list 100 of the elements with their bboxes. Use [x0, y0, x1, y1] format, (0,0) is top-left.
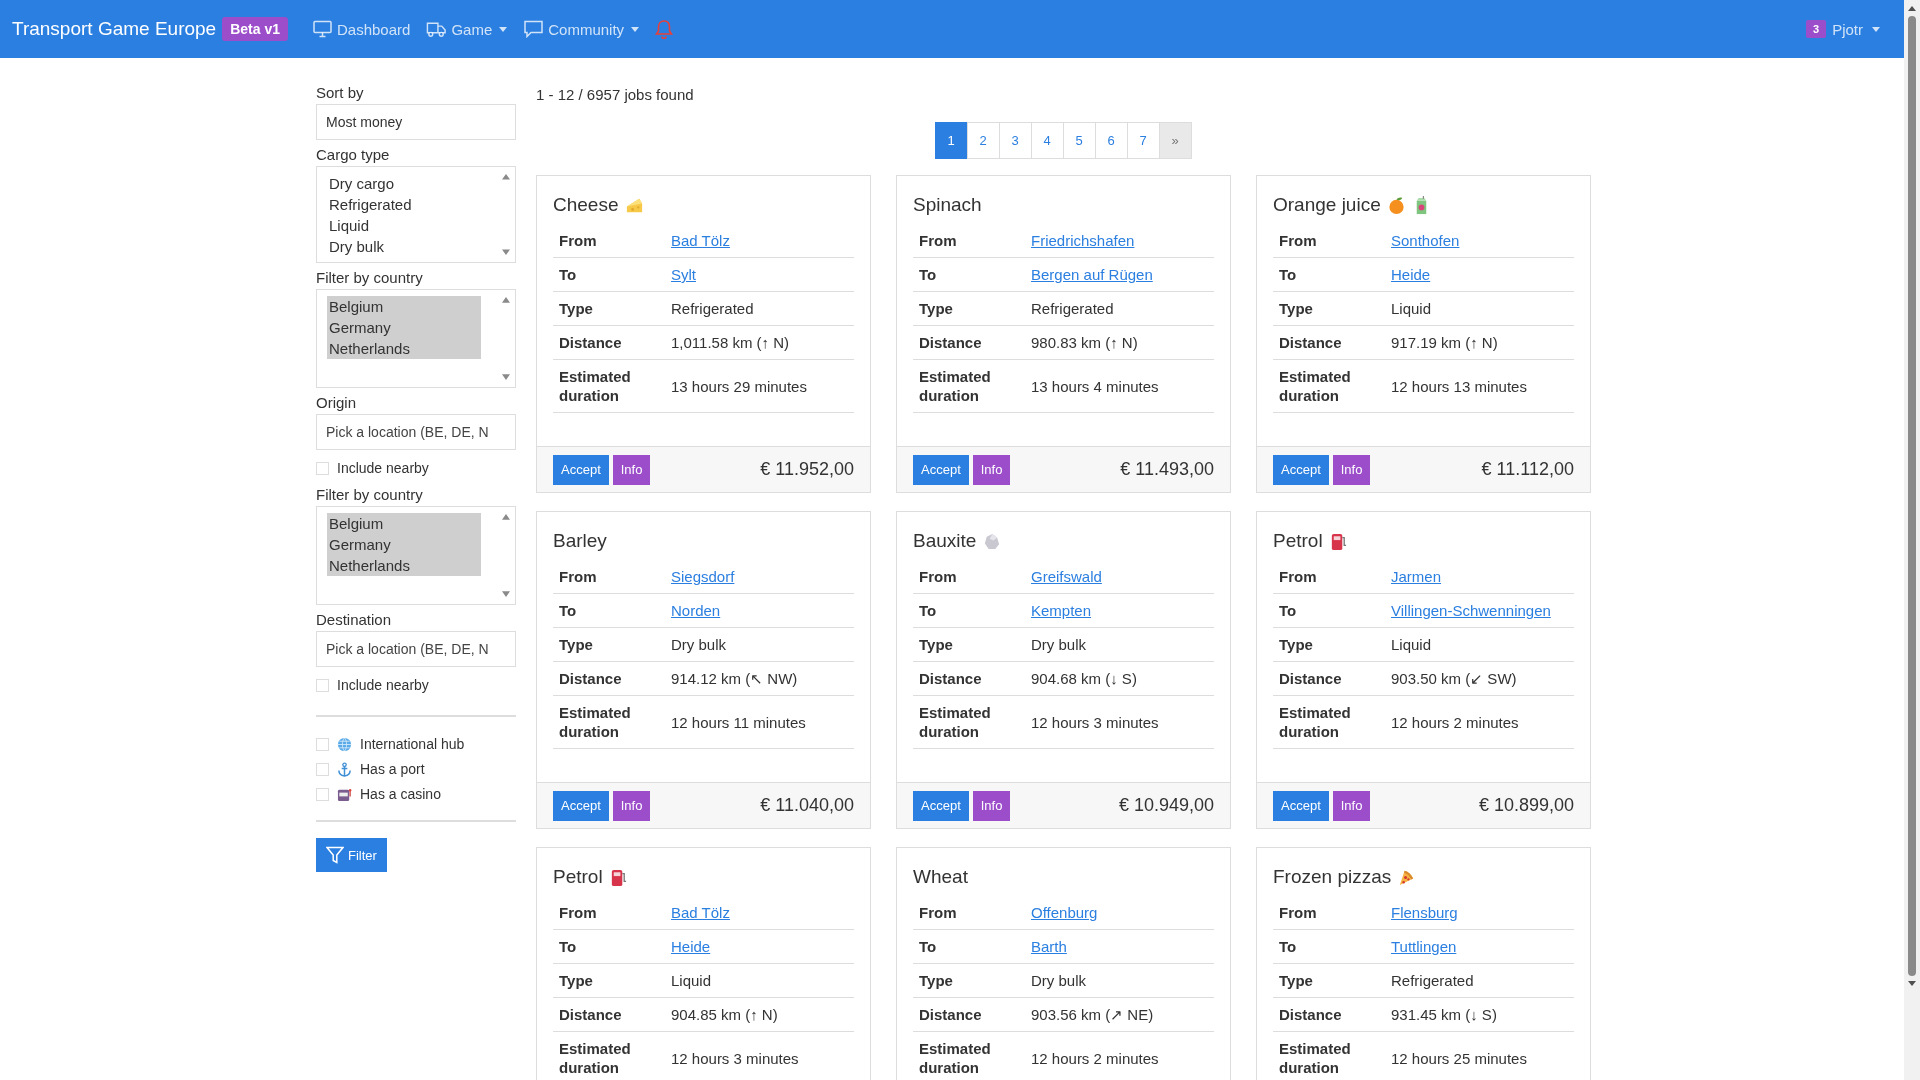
- checkbox-label: Has a casino: [360, 786, 441, 802]
- city-link[interactable]: Bad Tölz: [671, 904, 730, 921]
- anchor-icon: [337, 761, 352, 777]
- city-link[interactable]: Barth: [1031, 938, 1067, 955]
- scroll-up-icon[interactable]: [1907, 5, 1917, 11]
- checkbox[interactable]: [316, 461, 329, 475]
- accept-button[interactable]: Accept: [553, 790, 609, 821]
- city-link[interactable]: Kempten: [1031, 602, 1092, 619]
- city-link[interactable]: Tuttlingen: [1391, 938, 1457, 955]
- nav-link[interactable]: Community: [523, 20, 640, 38]
- list-option[interactable]: Netherlands: [327, 555, 481, 576]
- filter-button[interactable]: Filter: [316, 838, 387, 872]
- field-value: 980.83 km (↑ N): [1025, 325, 1214, 360]
- city-link[interactable]: Flensburg: [1391, 904, 1458, 921]
- job-title: Frozen pizzas: [1273, 866, 1392, 888]
- field-value: 904.68 km (↓ S): [1025, 661, 1214, 696]
- city-link[interactable]: Jarmen: [1391, 568, 1442, 585]
- list-option[interactable]: Belgium: [327, 513, 481, 534]
- field-value: 13 hours 4 minutes: [1025, 359, 1214, 413]
- job-price: € 10.949,00: [1118, 795, 1214, 816]
- info-button[interactable]: Info: [1332, 454, 1371, 485]
- page-link[interactable]: 6: [1094, 122, 1128, 159]
- accept-button[interactable]: Accept: [913, 790, 969, 821]
- nav-link[interactable]: Dashboard: [312, 20, 411, 38]
- accept-button[interactable]: Accept: [1273, 790, 1329, 821]
- list-option[interactable]: Netherlands: [327, 338, 481, 359]
- field-value: 931.45 km (↓ S): [1385, 997, 1574, 1032]
- location-field[interactable]: Pick a location (BE, DE, N: [316, 631, 516, 667]
- accept-button[interactable]: Accept: [1273, 454, 1329, 485]
- field-label: From: [1273, 560, 1385, 594]
- city-link[interactable]: Villingen-Schwenningen: [1391, 602, 1551, 619]
- city-link[interactable]: Bergen auf Rügen: [1031, 266, 1153, 283]
- brand-title[interactable]: Transport Game Europe: [12, 18, 217, 40]
- field-label: Distance: [1273, 997, 1385, 1032]
- field-label: To: [913, 257, 1025, 292]
- field-label: Estimated duration: [553, 695, 665, 749]
- scrollbar[interactable]: [1904, 0, 1920, 1080]
- city-link[interactable]: Heide: [1391, 266, 1431, 283]
- list-option[interactable]: Liquid: [327, 215, 481, 236]
- scrollbar[interactable]: [501, 296, 511, 381]
- page-link[interactable]: 2: [966, 122, 1000, 159]
- list-option[interactable]: Germany: [327, 317, 481, 338]
- list-option[interactable]: Refrigerated: [327, 194, 481, 215]
- field-value: Dry bulk: [665, 627, 854, 662]
- field-value: 914.12 km (↖ NW): [665, 661, 854, 696]
- field-label: To: [913, 593, 1025, 628]
- field-label: Type: [1273, 291, 1385, 326]
- field-label: Type: [913, 627, 1025, 662]
- page-link[interactable]: 1: [934, 122, 968, 159]
- checkbox[interactable]: [316, 787, 329, 801]
- info-button[interactable]: Info: [612, 790, 651, 821]
- version-badge: Beta v1: [222, 17, 288, 41]
- field-label: To: [553, 929, 665, 964]
- sort-select[interactable]: Most money: [316, 104, 516, 140]
- job-title: Cheese: [553, 194, 619, 216]
- field-value: 917.19 km (↑ N): [1385, 325, 1574, 360]
- city-link[interactable]: Norden: [671, 602, 721, 619]
- job-price: € 11.493,00: [1120, 459, 1214, 480]
- checkbox[interactable]: [316, 737, 329, 751]
- city-link[interactable]: Bad Tölz: [671, 232, 730, 249]
- city-link[interactable]: Siegsdorf: [671, 568, 735, 585]
- scroll-down-icon[interactable]: [1907, 981, 1917, 987]
- accept-button[interactable]: Accept: [553, 454, 609, 485]
- checkbox[interactable]: [316, 678, 329, 692]
- field-label: Destination: [316, 611, 393, 628]
- page-link[interactable]: 7: [1126, 122, 1160, 159]
- field-value: 1,011.58 km (↑ N): [665, 325, 854, 360]
- city-link[interactable]: Sonthofen: [1391, 232, 1460, 249]
- list-option[interactable]: Dry cargo: [327, 173, 481, 194]
- info-button[interactable]: Info: [972, 454, 1011, 485]
- page-link[interactable]: 3: [998, 122, 1032, 159]
- field-label: Sort by: [316, 84, 365, 101]
- info-button[interactable]: Info: [1332, 790, 1371, 821]
- checkbox-label: Include nearby: [337, 677, 429, 693]
- city-link[interactable]: Offenburg: [1031, 904, 1098, 921]
- list-option[interactable]: Germany: [327, 534, 481, 555]
- field-label: Type: [1273, 627, 1385, 662]
- list-option[interactable]: Dry bulk: [327, 236, 481, 257]
- page-link[interactable]: 5: [1062, 122, 1096, 159]
- field-label: Estimated duration: [1273, 359, 1385, 413]
- accept-button[interactable]: Accept: [913, 454, 969, 485]
- info-button[interactable]: Info: [972, 790, 1011, 821]
- field-label: From: [913, 224, 1025, 258]
- info-button[interactable]: Info: [612, 454, 651, 485]
- city-link[interactable]: Sylt: [671, 266, 696, 283]
- nav-link[interactable]: Game: [426, 20, 508, 38]
- checkbox[interactable]: [316, 762, 329, 776]
- city-link[interactable]: Friedrichshafen: [1031, 232, 1135, 249]
- city-link[interactable]: Greifswald: [1031, 568, 1102, 585]
- field-label: Type: [913, 291, 1025, 326]
- scrollbar[interactable]: [501, 513, 511, 598]
- city-link[interactable]: Heide: [671, 938, 711, 955]
- location-field[interactable]: Pick a location (BE, DE, N: [316, 414, 516, 450]
- page-link[interactable]: 4: [1030, 122, 1064, 159]
- list-option[interactable]: Belgium: [327, 296, 481, 317]
- scrollbar[interactable]: [501, 173, 511, 256]
- field-value: 903.50 km (↙ SW): [1385, 661, 1574, 696]
- field-label: Type: [913, 963, 1025, 998]
- user-menu[interactable]: 3 Pjotr: [1806, 20, 1880, 38]
- field-value: 12 hours 3 minutes: [1025, 695, 1214, 749]
